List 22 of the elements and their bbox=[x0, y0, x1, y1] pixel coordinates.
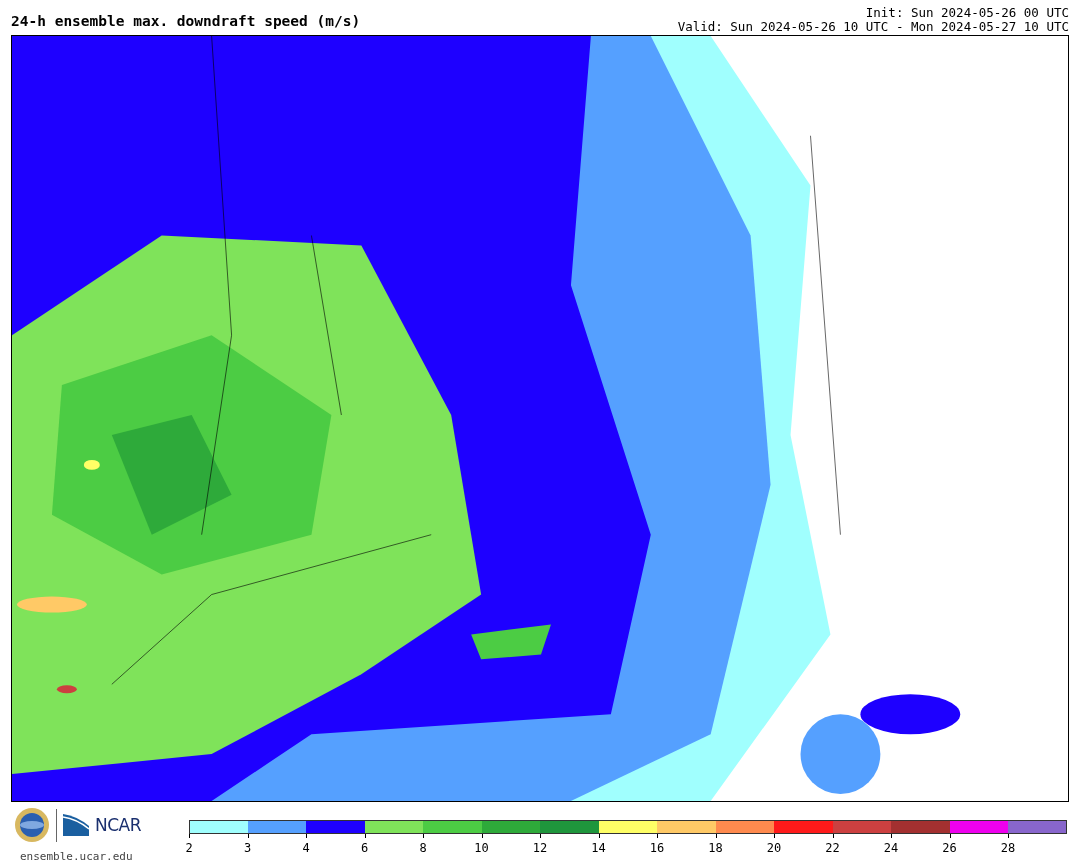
legend-tick-label: 2 bbox=[185, 841, 193, 855]
legend-tick-label: 18 bbox=[708, 841, 723, 855]
legend-tick-label: 10 bbox=[474, 841, 489, 855]
legend-tick-label: 24 bbox=[883, 841, 899, 855]
init-time: Init: Sun 2024-05-26 00 UTC bbox=[865, 6, 1069, 20]
legend-tick-label: 28 bbox=[1000, 841, 1016, 855]
legend-tick-label: 22 bbox=[825, 841, 840, 855]
chart-title: 24-h ensemble max. downdraft speed (m/s) bbox=[11, 13, 361, 31]
legend-tick-label: 26 bbox=[942, 841, 957, 855]
valid-time: Valid: Sun 2024-05-26 10 UTC - Mon 2024-05-27 10 UTC bbox=[677, 20, 1069, 34]
legend-tick-label: 6 bbox=[360, 841, 369, 855]
ncar-logo-icon bbox=[63, 814, 89, 836]
logo-text: NCAR bbox=[95, 815, 142, 835]
legend-tick-label: 3 bbox=[243, 841, 252, 855]
legend-tick-label: 20 bbox=[766, 841, 782, 855]
legend-tick-label: 4 bbox=[302, 841, 310, 855]
legend-tick-label: 12 bbox=[532, 841, 548, 855]
legend-tick-label: 8 bbox=[419, 841, 427, 855]
legend-tick-label: 14 bbox=[591, 841, 606, 855]
seal-icon bbox=[14, 807, 50, 843]
site-url: ensemble.ucar.edu bbox=[20, 850, 134, 863]
legend-tick-label: 16 bbox=[649, 841, 665, 855]
